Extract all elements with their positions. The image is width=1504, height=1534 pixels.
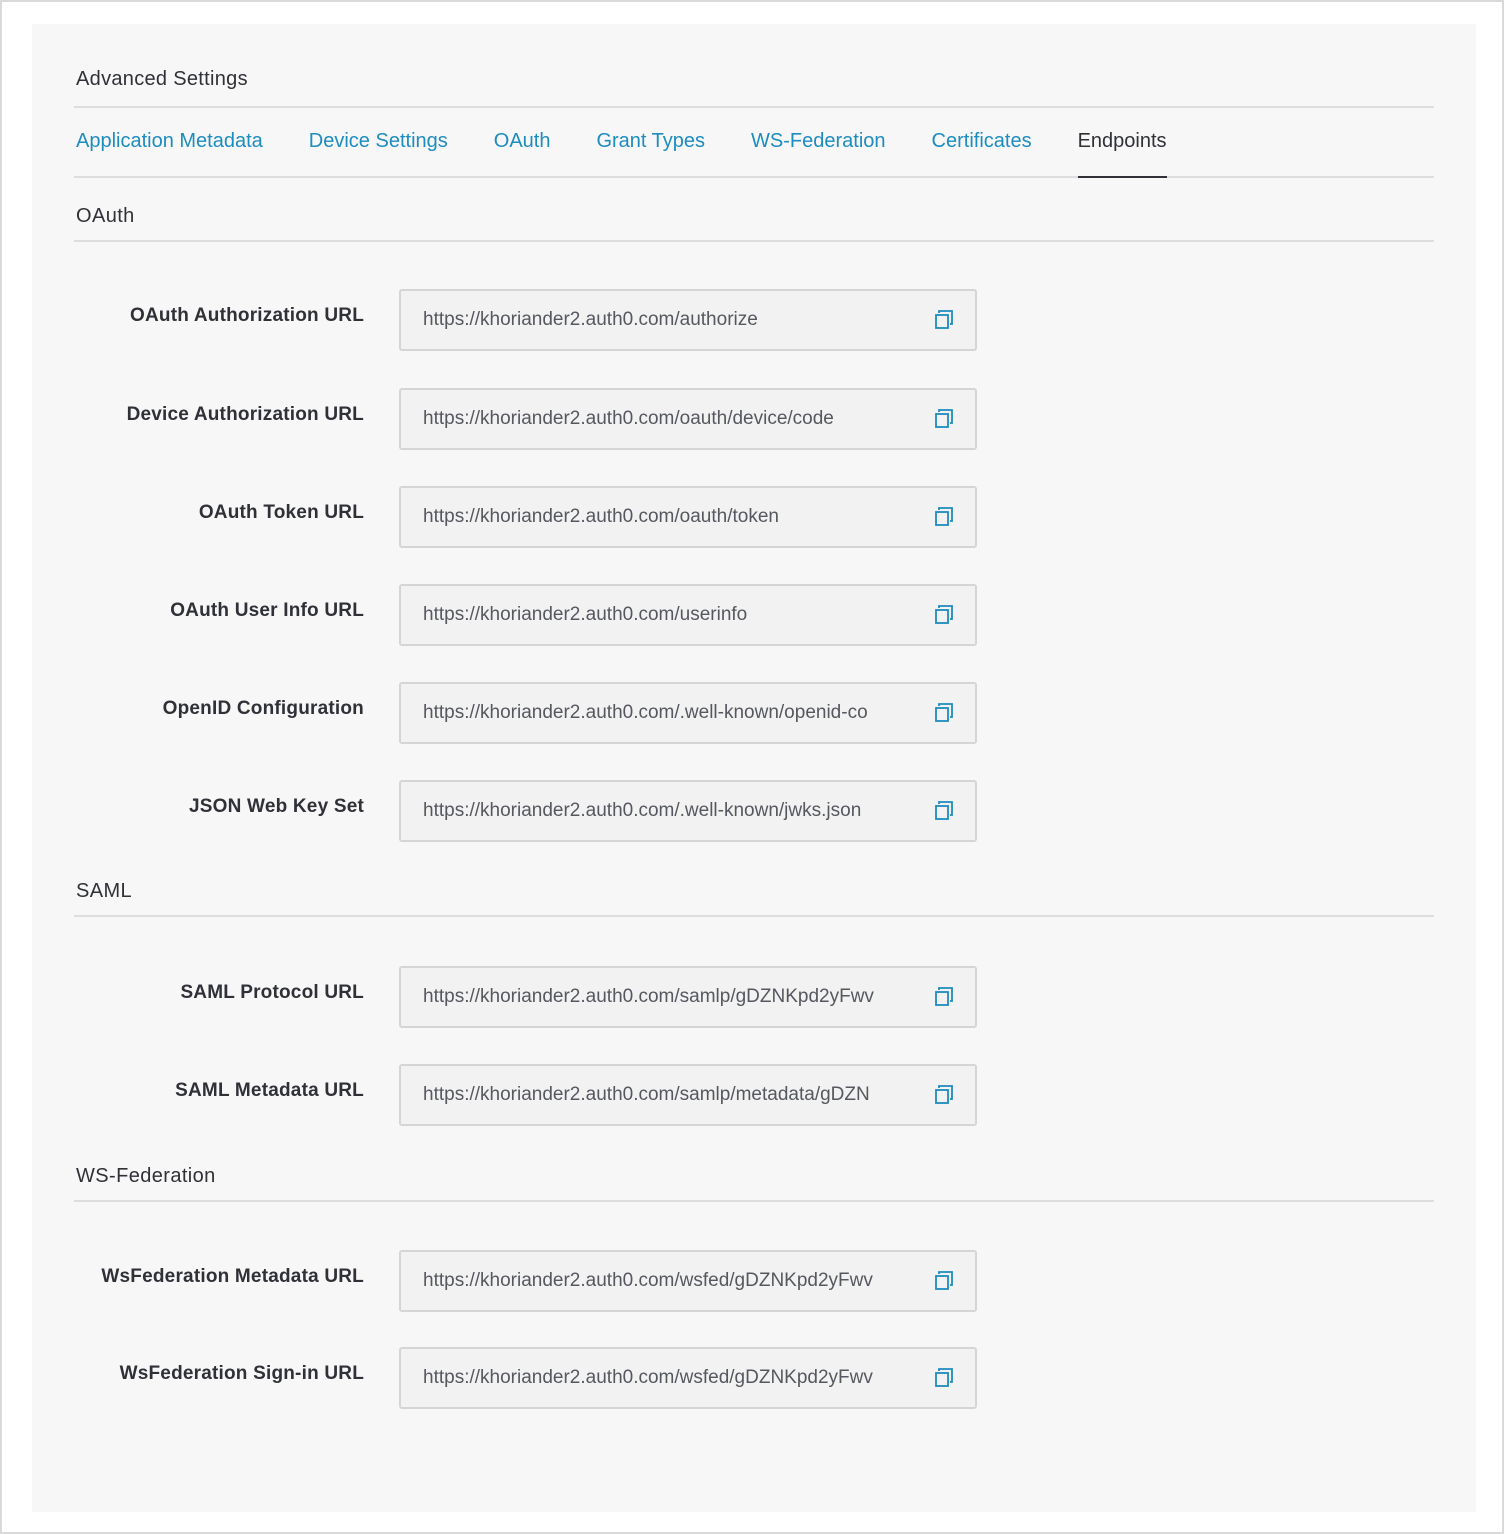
section-header-oauth: OAuth bbox=[74, 204, 1434, 242]
field-row-oauth-token-url: OAuth Token URL bbox=[74, 486, 1434, 548]
copy-icon[interactable] bbox=[933, 309, 955, 331]
advanced-settings-panel: Advanced Settings Application Metadata D… bbox=[32, 24, 1476, 1512]
readonly-url-field bbox=[399, 486, 977, 548]
readonly-url-field bbox=[399, 1250, 977, 1312]
url-input[interactable] bbox=[423, 1252, 913, 1310]
tab-application-metadata[interactable]: Application Metadata bbox=[76, 108, 263, 176]
copy-icon[interactable] bbox=[933, 702, 955, 724]
copy-icon[interactable] bbox=[933, 1367, 955, 1389]
readonly-url-field bbox=[399, 388, 977, 450]
field-label: WsFederation Metadata URL bbox=[101, 1266, 364, 1287]
copy-icon[interactable] bbox=[933, 986, 955, 1008]
readonly-url-field bbox=[399, 1064, 977, 1126]
field-row-saml-protocol-url: SAML Protocol URL bbox=[74, 966, 1434, 1028]
readonly-url-field bbox=[399, 966, 977, 1028]
field-row-oauth-user-info-url: OAuth User Info URL bbox=[74, 584, 1434, 646]
field-row-oauth-authorization-url: OAuth Authorization URL bbox=[74, 289, 1434, 351]
copy-icon[interactable] bbox=[933, 1084, 955, 1106]
field-label: SAML Protocol URL bbox=[180, 982, 364, 1003]
tab-grant-types[interactable]: Grant Types bbox=[596, 108, 705, 176]
field-label: OAuth User Info URL bbox=[170, 600, 364, 621]
field-label: SAML Metadata URL bbox=[175, 1080, 364, 1101]
field-row-wsfederation-metadata-url: WsFederation Metadata URL bbox=[74, 1250, 1434, 1312]
field-label: JSON Web Key Set bbox=[189, 796, 364, 817]
field-row-device-authorization-url: Device Authorization URL bbox=[74, 388, 1434, 450]
section-header-saml: SAML bbox=[74, 879, 1434, 917]
readonly-url-field bbox=[399, 682, 977, 744]
window-frame: Advanced Settings Application Metadata D… bbox=[0, 0, 1504, 1534]
tab-device-settings[interactable]: Device Settings bbox=[309, 108, 448, 176]
field-label: OpenID Configuration bbox=[162, 698, 364, 719]
copy-icon[interactable] bbox=[933, 1270, 955, 1292]
readonly-url-field bbox=[399, 780, 977, 842]
tab-endpoints[interactable]: Endpoints bbox=[1077, 108, 1167, 178]
tab-bar: Application Metadata Device Settings OAu… bbox=[74, 108, 1434, 178]
section-title-oauth: OAuth bbox=[76, 205, 135, 227]
tab-oauth[interactable]: OAuth bbox=[494, 108, 551, 176]
tab-ws-federation[interactable]: WS-Federation bbox=[751, 108, 886, 176]
url-input[interactable] bbox=[423, 390, 913, 448]
copy-icon[interactable] bbox=[933, 604, 955, 626]
url-input[interactable] bbox=[423, 684, 913, 742]
section-title-ws-federation: WS-Federation bbox=[76, 1165, 216, 1187]
url-input[interactable] bbox=[423, 586, 913, 644]
field-label: OAuth Authorization URL bbox=[130, 305, 364, 326]
readonly-url-field bbox=[399, 289, 977, 351]
readonly-url-field bbox=[399, 584, 977, 646]
copy-icon[interactable] bbox=[933, 408, 955, 430]
url-input[interactable] bbox=[423, 968, 913, 1026]
copy-icon[interactable] bbox=[933, 506, 955, 528]
url-input[interactable] bbox=[423, 291, 913, 349]
field-row-saml-metadata-url: SAML Metadata URL bbox=[74, 1064, 1434, 1126]
readonly-url-field bbox=[399, 1347, 977, 1409]
section-title-saml: SAML bbox=[76, 880, 133, 902]
url-input[interactable] bbox=[423, 488, 913, 546]
panel-title: Advanced Settings bbox=[76, 68, 248, 90]
field-label: OAuth Token URL bbox=[198, 502, 364, 523]
field-label: Device Authorization URL bbox=[126, 404, 364, 425]
field-label: WsFederation Sign-in URL bbox=[119, 1363, 364, 1384]
field-row-wsfederation-sign-in-url: WsFederation Sign-in URL bbox=[74, 1347, 1434, 1409]
copy-icon[interactable] bbox=[933, 800, 955, 822]
field-row-openid-configuration: OpenID Configuration bbox=[74, 682, 1434, 744]
field-row-json-web-key-set: JSON Web Key Set bbox=[74, 780, 1434, 842]
tab-certificates[interactable]: Certificates bbox=[932, 108, 1032, 176]
url-input[interactable] bbox=[423, 1349, 913, 1407]
section-header-ws-federation: WS-Federation bbox=[74, 1164, 1434, 1202]
url-input[interactable] bbox=[423, 1066, 913, 1124]
url-input[interactable] bbox=[423, 782, 913, 840]
